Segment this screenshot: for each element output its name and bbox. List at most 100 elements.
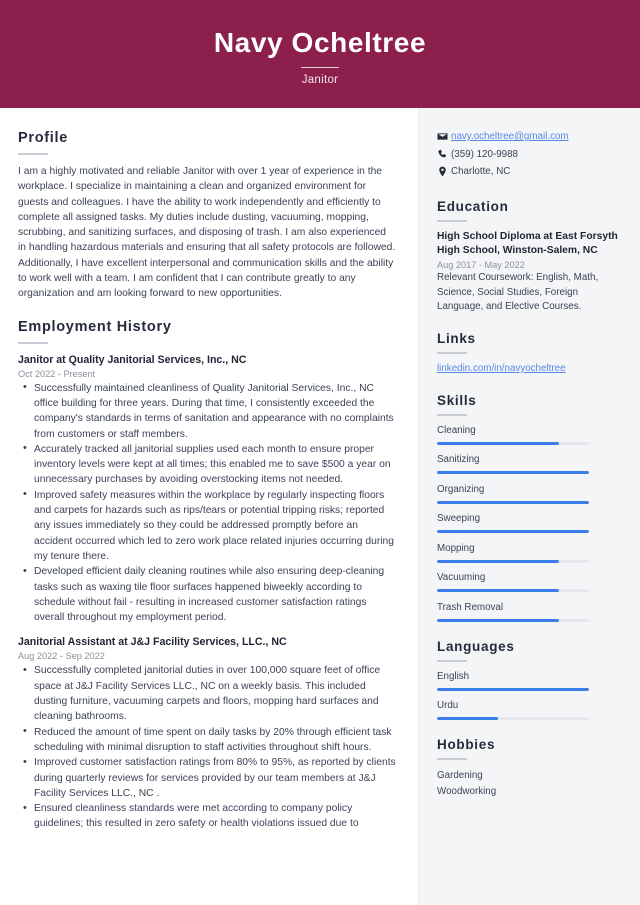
skill-level-fill xyxy=(437,500,589,504)
education-description: Relevant Coursework: English, Math, Scie… xyxy=(437,272,599,312)
header-divider xyxy=(301,67,339,68)
skill-level-fill xyxy=(437,471,589,475)
job-bullet: Ensured cleanliness standards were met a… xyxy=(18,801,396,832)
language-item: English xyxy=(437,670,620,691)
linkedin-link[interactable]: linkedin.com/in/navyocheltree xyxy=(437,362,620,376)
skills-heading: Skills xyxy=(437,392,477,408)
language-item: Urdu xyxy=(437,699,620,721)
section-divider xyxy=(437,758,467,761)
skill-level-bar xyxy=(437,589,589,593)
links-section: Links linkedin.com/in/navyocheltree xyxy=(437,331,620,376)
profile-text: I am a highly motivated and reliable Jan… xyxy=(18,166,396,300)
languages-section: Languages English Urdu xyxy=(437,639,620,721)
language-level-fill xyxy=(437,717,498,721)
resume-body: Profile I am a highly motivated and reli… xyxy=(0,108,640,905)
education-section: Education High School Diploma at East Fo… xyxy=(437,199,620,314)
job-bullet: Successfully maintained cleanliness of Q… xyxy=(18,380,396,442)
skill-item: Sweeping xyxy=(437,512,620,534)
job-date: Aug 2022 - Sep 2022 xyxy=(18,651,105,662)
language-label: Urdu xyxy=(437,700,459,712)
skill-level-fill xyxy=(437,441,559,445)
section-divider xyxy=(18,153,48,155)
hobbies-heading: Hobbies xyxy=(437,737,496,753)
links-heading: Links xyxy=(437,330,476,346)
phone-icon xyxy=(437,148,451,160)
language-label: English xyxy=(437,670,470,682)
skill-item: Mopping xyxy=(437,542,620,563)
job-title: Janitor at Quality Janitorial Services, … xyxy=(18,353,247,366)
languages-heading: Languages xyxy=(437,638,515,654)
job-bullet: Developed efficient daily cleaning routi… xyxy=(18,564,396,625)
envelope-icon xyxy=(437,130,451,142)
language-level-bar xyxy=(437,687,589,691)
skill-level-fill xyxy=(437,530,589,534)
job-bullet: Successfully completed janitorial duties… xyxy=(18,663,396,724)
employment-entry: Janitorial Assistant at J&J Facility Ser… xyxy=(18,635,396,831)
skill-label: Sanitizing xyxy=(437,454,480,466)
job-bullet: Accurately tracked all janitorial suppli… xyxy=(18,441,396,488)
section-divider xyxy=(437,413,467,416)
header-subtitle: Janitor xyxy=(301,74,339,86)
sidebar-column: navy.ocheltree@gmail.com (359) 120-9988 xyxy=(418,108,640,905)
resume-header: Navy Ocheltree Janitor xyxy=(0,0,640,108)
location-pin-icon xyxy=(437,165,451,177)
language-level-bar xyxy=(437,717,589,721)
section-divider xyxy=(437,659,467,662)
skill-label: Organizing xyxy=(437,483,485,495)
job-bullet: Reduced the amount of time spent on dail… xyxy=(18,724,396,756)
skill-label: Mopping xyxy=(437,542,475,554)
skill-level-bar xyxy=(437,530,589,534)
contact-block: navy.ocheltree@gmail.com (359) 120-9988 xyxy=(437,130,620,179)
skill-level-fill xyxy=(437,618,559,622)
section-divider xyxy=(437,351,467,354)
contact-row-location: Charlotte, NC xyxy=(437,165,620,179)
hobby-item: Woodworking xyxy=(437,785,497,797)
email-link[interactable]: navy.ocheltree@gmail.com xyxy=(451,130,569,144)
education-degree: High School Diploma at East Forsyth High… xyxy=(437,231,618,257)
skill-label: Trash Removal xyxy=(437,601,504,613)
main-column: Profile I am a highly motivated and reli… xyxy=(0,108,418,905)
education-entry: High School Diploma at East Forsyth High… xyxy=(437,230,620,314)
resume-page: Navy Ocheltree Janitor Profile I am a hi… xyxy=(0,0,640,905)
skill-item: Organizing xyxy=(437,483,620,504)
location-value: Charlotte, NC xyxy=(451,166,511,177)
profile-section: Profile I am a highly motivated and reli… xyxy=(18,130,396,302)
skill-level-bar xyxy=(437,500,589,504)
skill-level-fill xyxy=(437,589,559,593)
skill-item: Sanitizing xyxy=(437,453,620,475)
job-title: Janitorial Assistant at J&J Facility Ser… xyxy=(18,636,287,649)
contact-row-phone: (359) 120-9988 xyxy=(437,148,620,162)
job-bullet-list: Successfully completed janitorial duties… xyxy=(18,663,396,831)
skill-item: Cleaning xyxy=(437,424,620,445)
skills-section: Skills Cleaning Sanitizing Organizing Sw… xyxy=(437,393,620,622)
contact-row-email: navy.ocheltree@gmail.com xyxy=(437,130,620,144)
job-bullet: Improved safety measures within the work… xyxy=(18,487,396,564)
skill-level-fill xyxy=(437,559,559,563)
skill-item: Trash Removal xyxy=(437,601,620,622)
language-level-fill xyxy=(437,687,589,691)
job-bullet-list: Successfully maintained cleanliness of Q… xyxy=(18,380,396,626)
section-divider xyxy=(437,220,467,222)
section-divider xyxy=(18,341,48,344)
phone-value: (359) 120-9988 xyxy=(451,148,518,160)
hobby-item: Gardening xyxy=(437,770,483,782)
links-list: linkedin.com/in/navyocheltree xyxy=(437,362,620,376)
skill-level-bar xyxy=(437,471,589,475)
hobbies-section: Hobbies Gardening Woodworking xyxy=(437,737,620,799)
employment-section: Employment History Janitor at Quality Ja… xyxy=(18,319,396,832)
profile-heading: Profile xyxy=(18,130,69,146)
education-heading: Education xyxy=(437,199,509,214)
skill-label: Cleaning xyxy=(437,424,476,436)
skill-label: Vacuuming xyxy=(437,572,486,584)
skill-level-bar xyxy=(437,618,589,622)
employment-heading: Employment History xyxy=(18,318,172,335)
education-date: Aug 2017 - May 2022 xyxy=(437,259,525,270)
skill-item: Vacuuming xyxy=(437,571,620,593)
employment-entry: Janitor at Quality Janitorial Services, … xyxy=(18,353,396,626)
skill-label: Sweeping xyxy=(437,513,481,525)
skill-level-bar xyxy=(437,559,589,563)
job-date: Oct 2022 - Present xyxy=(18,368,96,379)
skill-level-bar xyxy=(437,441,589,445)
page-title: Navy Ocheltree xyxy=(213,27,427,58)
job-bullet: Improved customer satisfaction ratings f… xyxy=(18,755,396,801)
